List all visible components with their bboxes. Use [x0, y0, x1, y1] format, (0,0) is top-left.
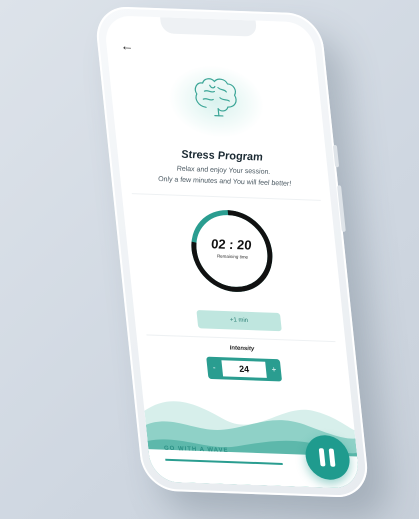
arrow-left-icon[interactable]: ←	[120, 38, 134, 54]
phone-notch	[160, 17, 258, 37]
section-divider	[131, 193, 321, 201]
timer-time: 02 : 20	[210, 236, 253, 253]
add-minute-button[interactable]: +1 min	[196, 310, 282, 332]
section-divider	[146, 334, 336, 343]
timer-ring: 02 : 20 Remaining time	[184, 205, 281, 297]
intensity-label: Intensity	[229, 345, 255, 353]
stage: ← Stress Program Relax and enjoy Your se…	[0, 0, 419, 519]
program-title: Stress Program	[180, 148, 264, 164]
phone-mockup: ← Stress Program Relax and enjoy Your se…	[93, 5, 371, 499]
pause-icon	[318, 448, 326, 467]
pause-icon-bar	[328, 448, 336, 467]
brain-icon	[194, 78, 237, 117]
